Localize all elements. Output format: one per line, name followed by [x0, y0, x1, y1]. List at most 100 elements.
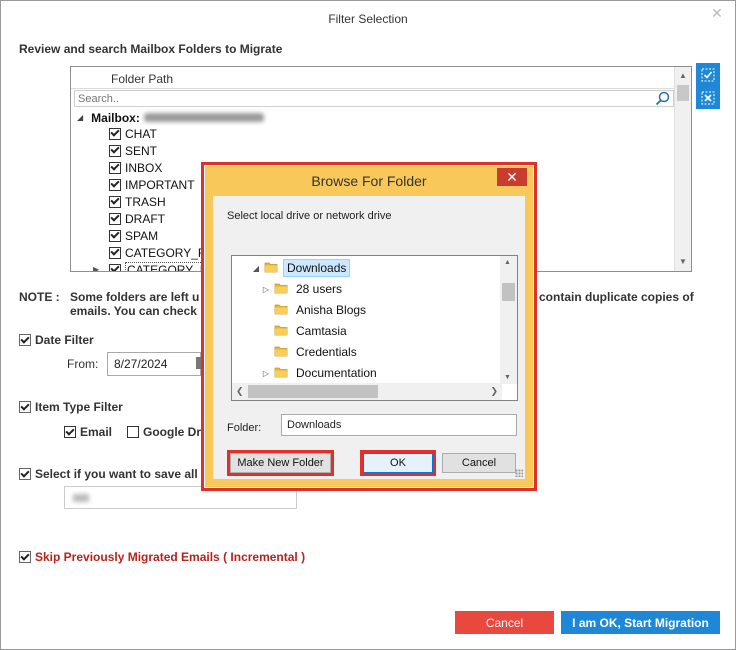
folder-browser-item[interactable]: Camtasia: [260, 321, 350, 341]
from-label: From:: [67, 357, 99, 371]
folder-name: CHAT: [125, 126, 157, 141]
skip-migrated-label: Skip Previously Migrated Emails ( Increm…: [35, 550, 306, 564]
from-date-field[interactable]: [107, 352, 201, 376]
google-drive-option[interactable]: Google Driv: [127, 425, 211, 439]
folder-row[interactable]: CHAT: [109, 125, 215, 142]
folder-path-column-header: Folder Path: [111, 72, 174, 86]
folder-label: Folder:: [227, 422, 262, 434]
start-migration-button[interactable]: I am OK, Start Migration: [561, 611, 720, 634]
folder-checkbox[interactable]: [109, 127, 121, 140]
skip-migrated-option[interactable]: Skip Previously Migrated Emails ( Increm…: [19, 550, 305, 564]
folder-row[interactable]: CATEGORY_FO: [109, 244, 215, 261]
google-drive-checkbox[interactable]: [127, 426, 139, 438]
folder-icon: [274, 365, 288, 382]
folder-icon: [264, 260, 278, 277]
scroll-left-icon[interactable]: ❮: [236, 386, 244, 397]
folder-row[interactable]: IMPORTANT: [109, 176, 215, 193]
dialog-close-button[interactable]: ✕: [497, 168, 527, 186]
folder-browser-label: Credentials: [296, 345, 357, 359]
date-filter-checkbox[interactable]: [19, 334, 31, 346]
search-icon[interactable]: [655, 91, 671, 106]
folder-browser-item[interactable]: Credentials: [260, 342, 360, 362]
folder-name: IMPORTANT: [125, 177, 195, 192]
browse-dialog-highlight: Browse For Folder ✕ Select local drive o…: [201, 162, 537, 491]
note-text: Some folders are left unch emails. You c…: [70, 290, 200, 318]
search-input[interactable]: [75, 91, 635, 107]
email-checkbox[interactable]: [64, 426, 76, 438]
folder-browser-item[interactable]: ▷ Documentation: [260, 363, 380, 383]
dialog-body: Select local drive or network drive ◢ Dow…: [213, 196, 525, 479]
folder-checkbox[interactable]: [109, 161, 121, 174]
folder-checkbox[interactable]: [109, 195, 121, 208]
folder-row[interactable]: CATEGORY_U: [109, 261, 215, 271]
item-type-filter-checkbox[interactable]: [19, 401, 31, 413]
scroll-thumb[interactable]: [502, 283, 515, 301]
mailbox-row[interactable]: ◢ Mailbox:: [77, 109, 264, 126]
folder-row[interactable]: TRASH: [109, 193, 215, 210]
date-filter-label: Date Filter: [35, 333, 94, 347]
resize-grip-icon[interactable]: [515, 469, 523, 477]
make-new-folder-button[interactable]: Make New Folder: [227, 450, 334, 476]
folder-icon: [274, 344, 288, 361]
folder-browser-hscroll[interactable]: ❮ ❯: [232, 383, 502, 400]
ok-button[interactable]: OK: [360, 450, 436, 476]
note-line-1: Some folders are left unch: [70, 290, 200, 304]
select-all-button[interactable]: [696, 63, 720, 86]
folder-name: SPAM: [125, 228, 159, 243]
scroll-up-icon[interactable]: ▲: [678, 71, 688, 81]
collapse-triangle-icon[interactable]: ◢: [77, 113, 83, 122]
scroll-thumb[interactable]: [677, 85, 689, 101]
email-option[interactable]: Email: [64, 425, 112, 439]
folder-checkbox[interactable]: [109, 144, 121, 157]
folder-name: DRAFT: [125, 211, 165, 226]
save-all-checkbox[interactable]: [19, 468, 31, 480]
folder-checkbox[interactable]: [109, 263, 121, 271]
folder-icon: [274, 302, 288, 319]
expand-triangle-icon[interactable]: ▷: [260, 285, 272, 294]
folder-row[interactable]: SPAM: [109, 227, 215, 244]
collapse-triangle-icon[interactable]: ◢: [250, 264, 262, 273]
scroll-right-icon[interactable]: ❯: [490, 386, 498, 397]
close-icon[interactable]: ✕: [709, 5, 725, 21]
note-line-2: emails. You can check and: [70, 304, 200, 318]
skip-migrated-checkbox[interactable]: [19, 551, 31, 563]
folder-browser-vscroll[interactable]: ▲ ▼: [500, 256, 517, 384]
item-type-filter-label: Item Type Filter: [35, 400, 123, 414]
tree-scrollbar[interactable]: ▲ ▼: [674, 67, 691, 271]
scroll-down-icon[interactable]: ▼: [504, 374, 511, 381]
folder-icon: [274, 281, 288, 298]
dialog-cancel-button[interactable]: Cancel: [442, 453, 516, 473]
search-box: [74, 90, 674, 107]
save-all-option[interactable]: Select if you want to save all dat: [19, 467, 219, 481]
expand-triangle-icon[interactable]: ▷: [260, 369, 272, 378]
dialog-title: Browse For Folder: [311, 173, 427, 189]
expand-arrow-icon[interactable]: ▶: [93, 265, 99, 271]
deselect-all-button[interactable]: [696, 86, 720, 109]
browse-for-folder-dialog: Browse For Folder ✕ Select local drive o…: [205, 166, 533, 487]
cancel-button[interactable]: Cancel: [455, 611, 554, 634]
scroll-thumb[interactable]: [248, 385, 378, 398]
check-all-icon: [701, 68, 715, 81]
note-label: NOTE :: [19, 290, 60, 304]
folder-checkbox[interactable]: [109, 178, 121, 191]
scroll-down-icon[interactable]: ▼: [678, 257, 688, 267]
folder-checkbox[interactable]: [109, 246, 121, 259]
date-filter-option[interactable]: Date Filter: [19, 333, 94, 347]
folder-row[interactable]: SENT: [109, 142, 215, 159]
item-type-filter-option[interactable]: Item Type Filter: [19, 400, 123, 414]
folder-browser-item[interactable]: ◢ Downloads: [250, 258, 351, 278]
folder-field[interactable]: [281, 414, 517, 436]
folder-row[interactable]: INBOX: [109, 159, 215, 176]
folder-row[interactable]: DRAFT: [109, 210, 215, 227]
folder-browser-item[interactable]: Anisha Blogs: [260, 300, 369, 320]
folder-browser-label: 28 users: [296, 282, 343, 296]
mailbox-label: Mailbox:: [91, 110, 140, 125]
folder-browser-label: Anisha Blogs: [296, 303, 367, 317]
scroll-up-icon[interactable]: ▲: [504, 259, 511, 266]
folder-browser-label: Camtasia: [296, 324, 347, 338]
folder-checkbox[interactable]: [109, 229, 121, 242]
folder-name: CATEGORY_U: [125, 261, 211, 271]
folder-checkbox[interactable]: [109, 212, 121, 225]
folder-browser-item[interactable]: ▷ 28 users: [260, 279, 345, 299]
save-path-redacted: [73, 494, 89, 502]
